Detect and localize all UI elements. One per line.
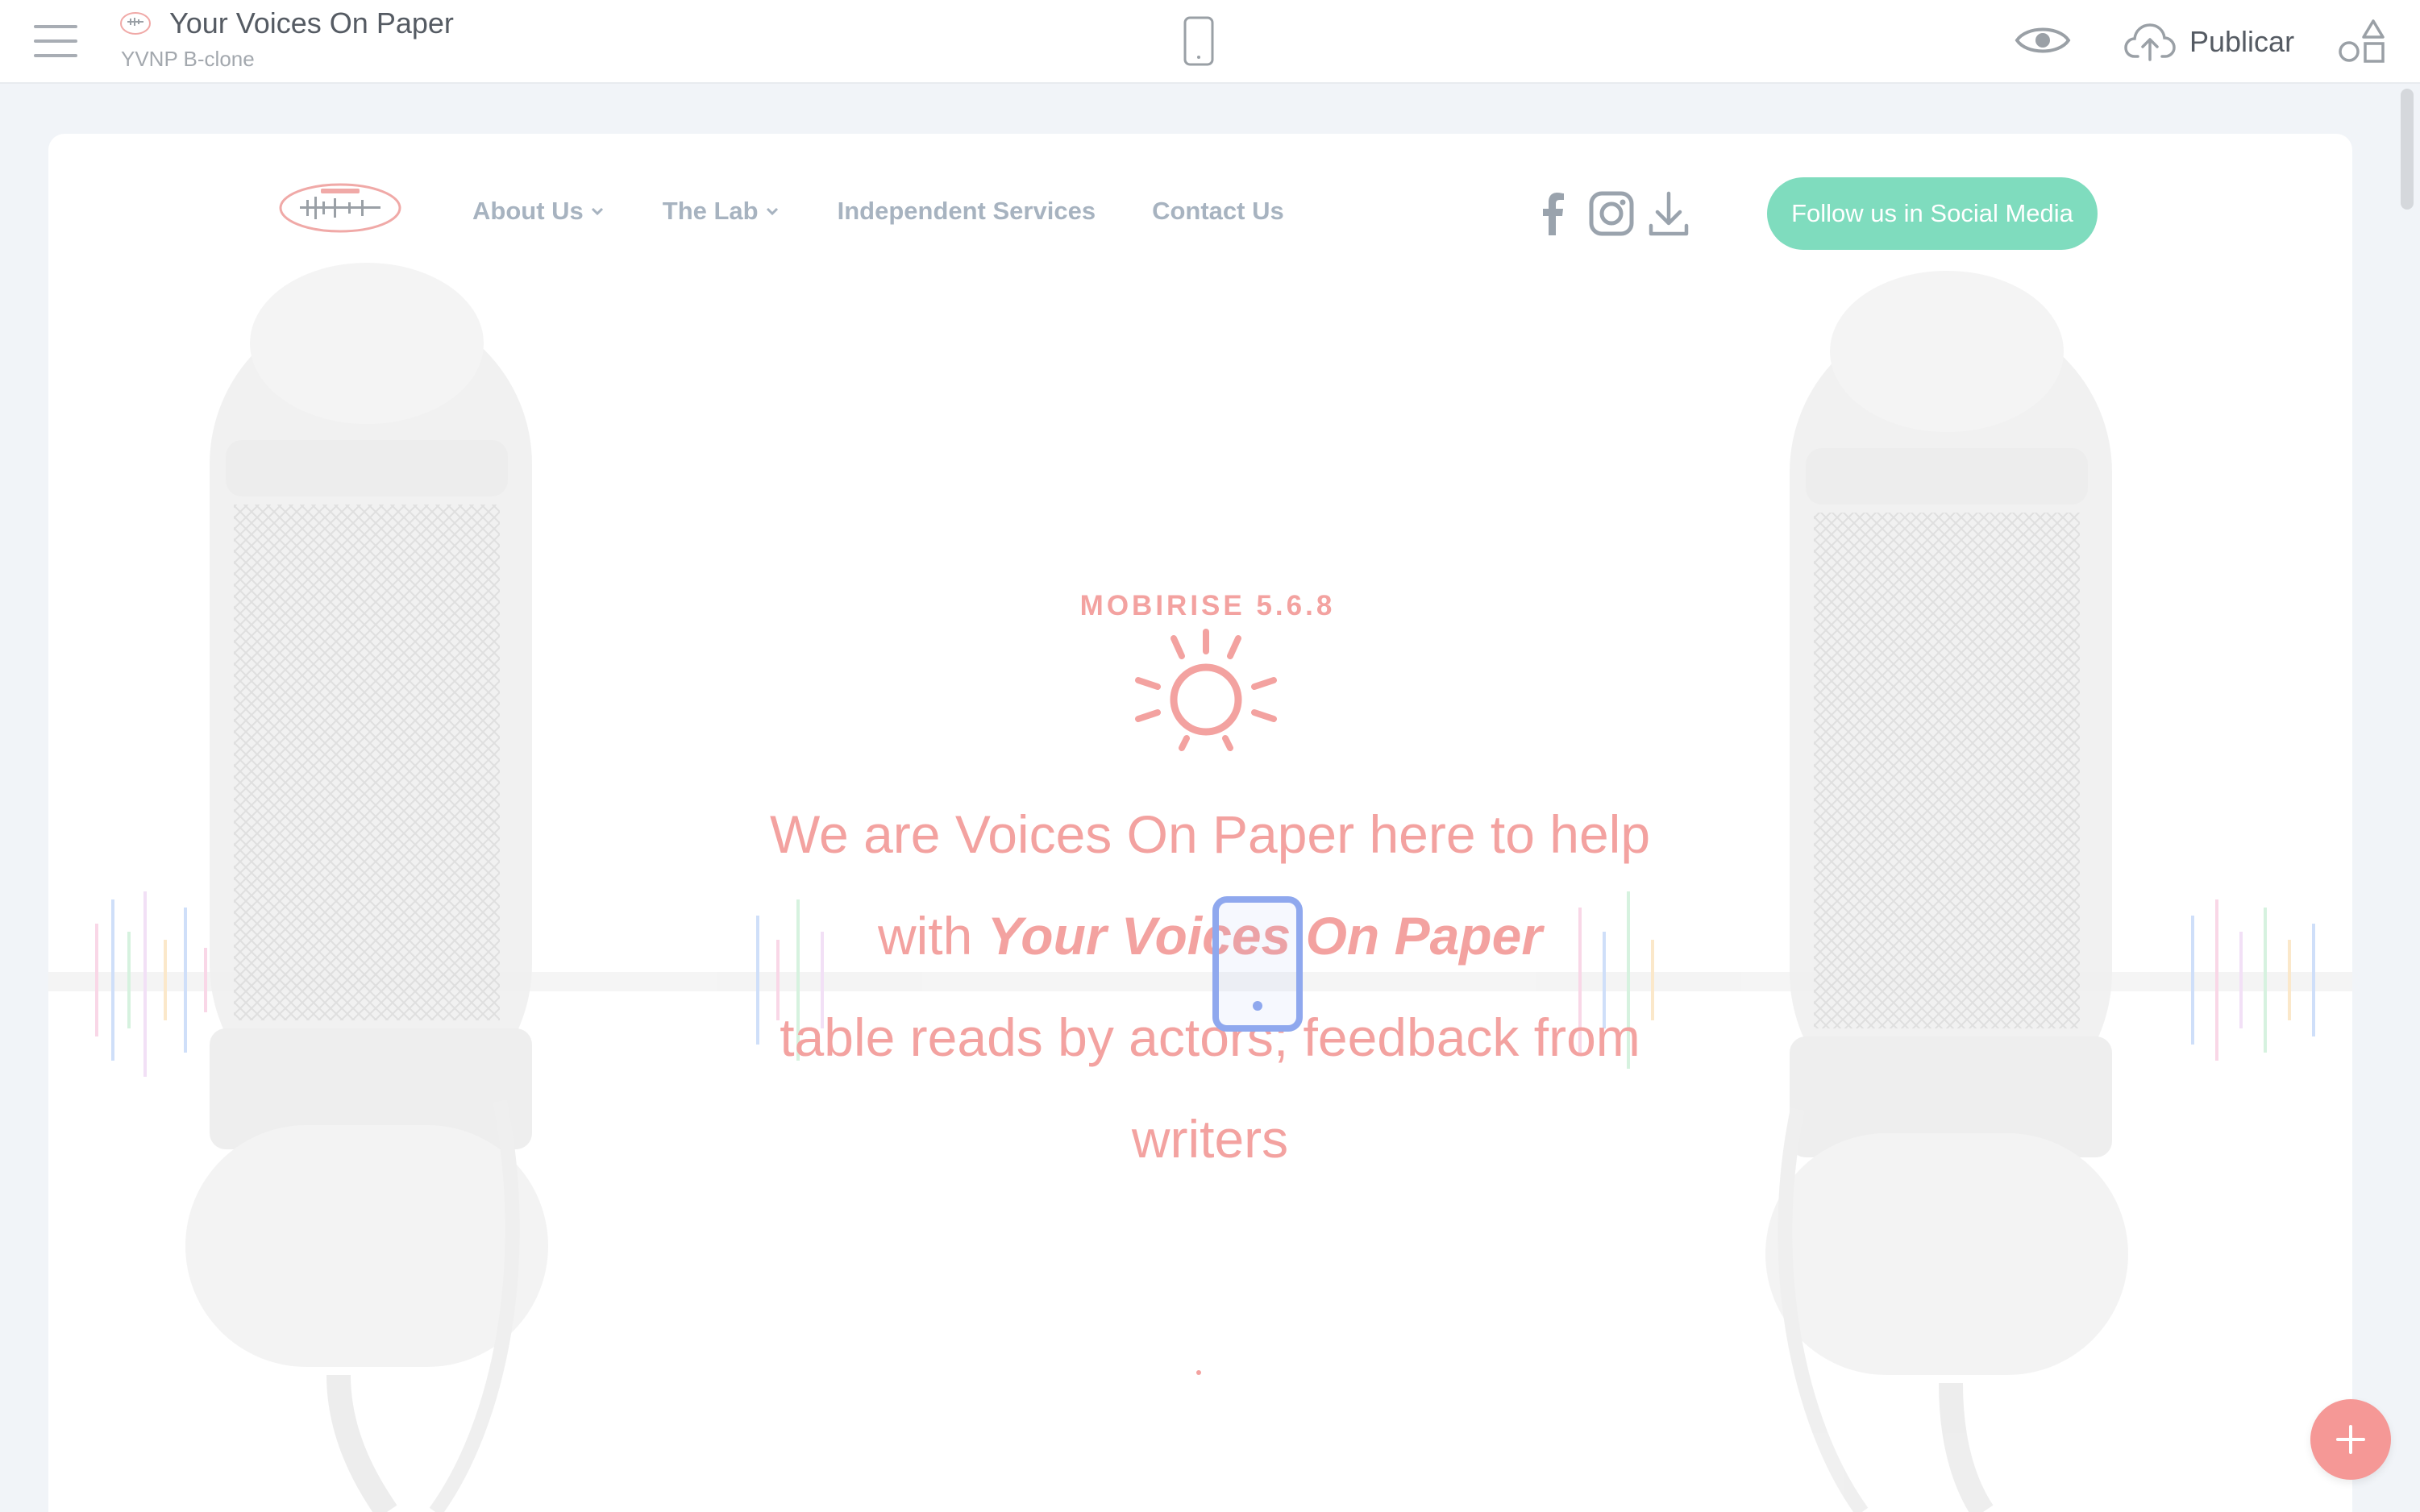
site-title[interactable]: Your Voices On Paper [169, 6, 454, 40]
canvas-scrollbar-thumb[interactable] [2401, 89, 2414, 210]
hero-line-2: with Your Voices On Paper [877, 906, 1543, 966]
hero-line-4: writers [1131, 1109, 1289, 1169]
blocks-icon[interactable] [2338, 18, 2391, 64]
site-page-canvas: About Us The Lab Independent Services Co… [48, 134, 2352, 1512]
download-icon[interactable] [1645, 187, 1693, 240]
nav-item-independent-services[interactable]: Independent Services [838, 197, 1096, 226]
instagram-icon[interactable] [1577, 187, 1645, 240]
follow-social-button[interactable]: Follow us in Social Media [1767, 177, 2098, 250]
site-logo[interactable] [277, 181, 403, 235]
hero-line-1: We are Voices On Paper here to help [769, 804, 1651, 864]
hero-line-3: table reads by actors; feedback from [780, 1007, 1640, 1067]
hero-dot [1196, 1370, 1201, 1375]
add-block-button[interactable] [2310, 1399, 2391, 1480]
plus-icon [2336, 1425, 2365, 1454]
site-nav: About Us The Lab Independent Services Co… [472, 197, 1341, 226]
hamburger-menu-icon[interactable] [32, 23, 79, 60]
canvas-scrollbar[interactable] [2399, 85, 2415, 1512]
chevron-down-icon [591, 207, 603, 216]
mobile-device-icon[interactable] [1182, 16, 1216, 66]
hero-headline: We are Voices On Paper here to help with… [714, 783, 1706, 1190]
eye-icon[interactable] [2014, 21, 2072, 60]
site-subtitle: YVNP B-clone [121, 47, 255, 71]
nav-item-the-lab[interactable]: The Lab [663, 197, 781, 226]
cloud-upload-icon [2124, 23, 2176, 61]
tablet-preview-icon[interactable] [1211, 895, 1304, 1033]
publish-button[interactable]: Publicar [2123, 18, 2294, 66]
sun-icon [1135, 629, 1277, 751]
publish-label: Publicar [2189, 25, 2295, 58]
mobirise-version-tag: MOBIRISE 5.6.8 [1079, 590, 1336, 621]
facebook-icon[interactable] [1528, 187, 1577, 240]
social-icons [1528, 187, 1693, 240]
nav-item-contact-us[interactable]: Contact Us [1152, 197, 1284, 226]
site-favicon-icon [120, 12, 151, 35]
chevron-down-icon [766, 207, 778, 216]
editor-topbar: Your Voices On Paper YVNP B-clone Public… [0, 0, 2420, 84]
nav-item-about-us[interactable]: About Us [472, 197, 606, 226]
